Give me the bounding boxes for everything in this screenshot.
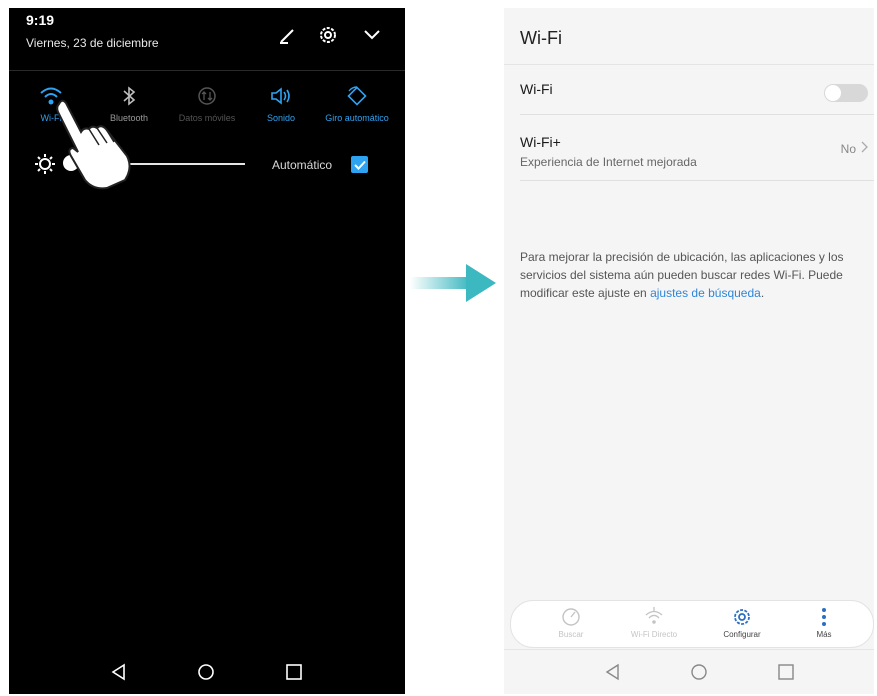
toggle-mobile-data[interactable]: Datos móviles bbox=[175, 80, 239, 124]
hand-pointer-icon bbox=[51, 98, 143, 195]
mobile-data-icon bbox=[175, 80, 239, 112]
auto-brightness-label: Automático bbox=[272, 158, 333, 172]
toggle-auto-rotate-label: Giro automático bbox=[325, 113, 389, 123]
settings-gear-icon[interactable] bbox=[315, 22, 341, 48]
wifi-direct-icon bbox=[624, 606, 684, 628]
status-time: 9:19 bbox=[26, 12, 55, 28]
toggle-sound-label: Sonido bbox=[266, 113, 296, 123]
more-vertical-icon bbox=[794, 606, 854, 628]
navigation-bar bbox=[9, 650, 405, 694]
wifi-switch[interactable] bbox=[824, 84, 868, 102]
recents-icon[interactable] bbox=[774, 660, 798, 684]
transition-arrow-icon bbox=[410, 260, 498, 311]
title-divider bbox=[504, 64, 874, 65]
edit-icon[interactable] bbox=[275, 22, 301, 48]
chevron-right-icon bbox=[861, 141, 868, 156]
wifi-row-label: Wi-Fi bbox=[520, 81, 553, 97]
tab-search-label: Buscar bbox=[558, 630, 584, 639]
header-divider bbox=[9, 70, 405, 71]
wifi-row[interactable]: Wi-Fi bbox=[520, 81, 874, 97]
wifi-settings-screen: Wi-Fi Wi-Fi Wi-Fi+ Experiencia de Intern… bbox=[504, 8, 874, 694]
recents-icon[interactable] bbox=[282, 660, 306, 684]
toggle-auto-rotate[interactable]: Giro automático bbox=[325, 80, 389, 124]
wifi-switch-knob bbox=[825, 85, 841, 101]
tab-search[interactable]: Buscar bbox=[541, 606, 601, 639]
rotate-icon bbox=[325, 80, 389, 112]
toggle-sound[interactable]: Sonido bbox=[249, 80, 313, 124]
toggle-mobile-data-label: Datos móviles bbox=[178, 113, 236, 123]
wifi-plus-value[interactable]: No bbox=[841, 141, 868, 156]
search-refresh-icon bbox=[541, 606, 601, 628]
tab-more-label: Más bbox=[816, 630, 832, 639]
back-icon[interactable] bbox=[107, 660, 131, 684]
location-info-text: Para mejorar la precisión de ubicación, … bbox=[520, 248, 874, 302]
notification-panel: 9:19 Viernes, 23 de diciembre Wi-Fi Blue… bbox=[9, 8, 405, 694]
wifi-plus-subtitle: Experiencia de Internet mejorada bbox=[520, 155, 697, 169]
scan-settings-link[interactable]: ajustes de búsqueda bbox=[650, 286, 761, 300]
home-icon[interactable] bbox=[687, 660, 711, 684]
info-end: . bbox=[760, 286, 765, 300]
wifi-plus-value-text: No bbox=[840, 141, 856, 156]
wifi-plus-label: Wi-Fi+ bbox=[520, 134, 561, 150]
chevron-down-icon[interactable] bbox=[359, 22, 385, 48]
back-icon[interactable] bbox=[601, 660, 625, 684]
tab-wifi-direct[interactable]: Wi-Fi Directo bbox=[624, 606, 684, 639]
tab-more[interactable]: Más bbox=[794, 606, 854, 639]
page-title: Wi-Fi bbox=[520, 28, 562, 48]
tab-configure-label: Configurar bbox=[723, 630, 761, 639]
settings-gear-icon bbox=[712, 606, 772, 628]
row-divider bbox=[520, 114, 874, 115]
tab-configure[interactable]: Configurar bbox=[712, 606, 772, 639]
speaker-icon bbox=[249, 80, 313, 112]
auto-brightness-checkbox[interactable] bbox=[351, 156, 368, 173]
navigation-bar bbox=[504, 649, 874, 694]
row-divider bbox=[520, 180, 874, 181]
status-date: Viernes, 23 de diciembre bbox=[26, 36, 159, 50]
tab-wifi-direct-label: Wi-Fi Directo bbox=[630, 630, 678, 639]
home-icon[interactable] bbox=[194, 660, 218, 684]
bottom-action-bar: Buscar Wi-Fi Directo Configurar Más bbox=[510, 600, 874, 648]
wifi-plus-row[interactable]: Wi-Fi+ Experiencia de Internet mejorada bbox=[520, 134, 874, 169]
